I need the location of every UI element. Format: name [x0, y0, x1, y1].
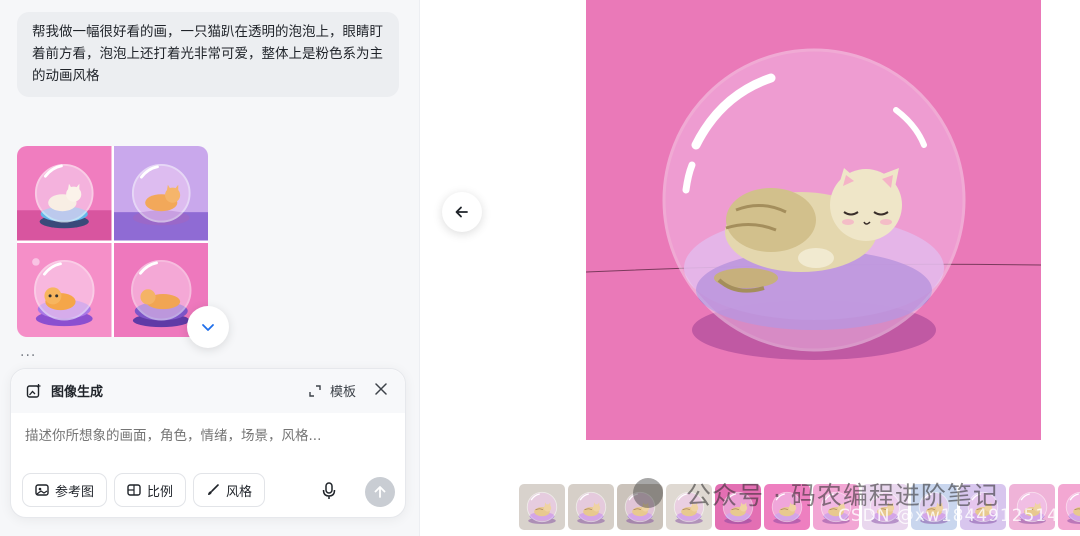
chevron-down-icon: [202, 324, 214, 331]
ratio-label: 比例: [147, 484, 174, 500]
generated-image-grid: [17, 146, 208, 337]
mode-label: 图像生成: [51, 385, 104, 400]
mode-indicator: 图像生成: [26, 381, 103, 400]
template-button[interactable]: 模板: [308, 381, 356, 400]
microphone-icon[interactable]: [321, 482, 337, 500]
reference-image-button[interactable]: 参考图: [22, 473, 108, 507]
send-button[interactable]: [365, 477, 395, 507]
preview-image[interactable]: [586, 0, 1041, 440]
style-label: 风格: [226, 484, 253, 500]
arrow-up-icon: [374, 486, 386, 498]
image-icon: [35, 484, 49, 496]
user-message-bubble: 帮我做一幅很好看的画，一只猫趴在透明的泡泡上，眼睛盯着前方看，泡泡上还打着光非常…: [17, 12, 399, 97]
close-icon[interactable]: [374, 382, 388, 396]
back-button[interactable]: [442, 192, 482, 232]
arrow-left-icon: [455, 206, 468, 218]
user-message-text: 帮我做一幅很好看的画，一只猫趴在透明的泡泡上，眼睛盯着前方看，泡泡上还打着光非常…: [32, 24, 383, 84]
image-generate-icon: [26, 383, 41, 398]
composer-header: 图像生成 模板: [11, 369, 405, 413]
ratio-icon: [127, 484, 141, 496]
aspect-ratio-button[interactable]: 比例: [114, 473, 187, 507]
scroll-down-button[interactable]: [187, 306, 229, 348]
brush-icon: [208, 484, 219, 495]
reference-label: 参考图: [55, 484, 95, 500]
generated-image-1[interactable]: [17, 146, 112, 241]
thumbnail-1[interactable]: [519, 484, 565, 530]
generated-image-3[interactable]: [17, 242, 112, 337]
chat-panel: 帮我做一幅很好看的画，一只猫趴在透明的泡泡上，眼睛盯着前方看，泡泡上还打着光非常…: [0, 0, 420, 536]
template-label: 模板: [330, 385, 357, 400]
prompt-input[interactable]: [25, 428, 375, 444]
prompt-composer: 图像生成 模板 参考图: [10, 368, 406, 518]
more-indicator: ...: [20, 344, 37, 360]
style-button[interactable]: 风格: [193, 473, 266, 507]
generated-image-2[interactable]: [113, 146, 208, 241]
thumbnail-2[interactable]: [568, 484, 614, 530]
expand-icon: [309, 384, 321, 397]
thumbnail-12[interactable]: [1058, 484, 1080, 530]
watermark-secondary-text: CSDN @xw1844912514: [838, 506, 1059, 526]
wechat-logo-icon: [633, 478, 663, 508]
